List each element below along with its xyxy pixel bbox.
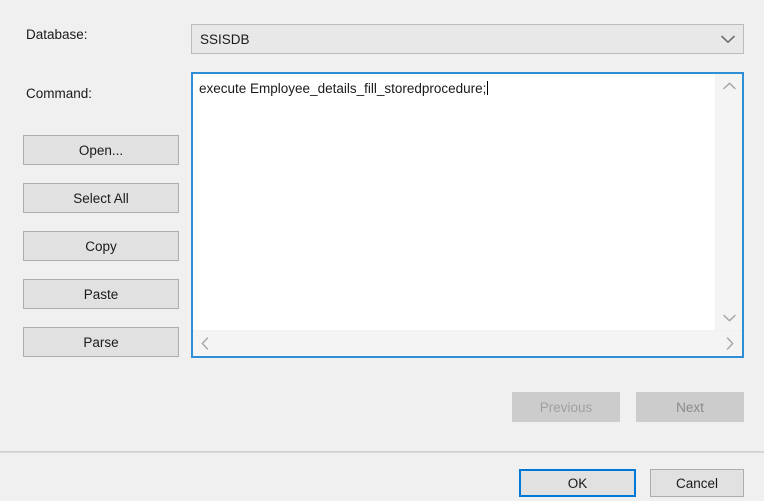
database-label: Database: <box>26 27 88 42</box>
previous-button[interactable]: Previous <box>512 392 620 422</box>
command-label: Command: <box>26 86 93 101</box>
copy-button[interactable]: Copy <box>23 231 179 261</box>
chevron-right-icon[interactable] <box>718 331 742 356</box>
text-caret <box>487 81 489 95</box>
database-dropdown[interactable]: SSISDB <box>191 24 744 54</box>
command-horizontal-scrollbar[interactable] <box>193 330 742 356</box>
command-textarea-container[interactable]: execute Employee_details_fill_storedproc… <box>191 72 744 358</box>
next-button[interactable]: Next <box>636 392 744 422</box>
command-text-value: execute Employee_details_fill_storedproc… <box>199 81 487 96</box>
database-selected-value: SSISDB <box>200 31 250 47</box>
paste-button[interactable]: Paste <box>23 279 179 309</box>
chevron-up-icon[interactable] <box>716 74 742 98</box>
ok-button[interactable]: OK <box>519 469 636 497</box>
command-vertical-scrollbar[interactable] <box>715 74 742 330</box>
parse-button[interactable]: Parse <box>23 327 179 357</box>
chevron-left-icon[interactable] <box>193 331 217 356</box>
command-input[interactable]: execute Employee_details_fill_storedproc… <box>193 74 715 330</box>
command-text-content: execute Employee_details_fill_storedproc… <box>199 81 489 97</box>
footer-separator <box>0 451 764 453</box>
cancel-button[interactable]: Cancel <box>650 469 744 497</box>
chevron-down-icon[interactable] <box>716 306 742 330</box>
command-textarea-body: execute Employee_details_fill_storedproc… <box>193 74 742 330</box>
select-all-button[interactable]: Select All <box>23 183 179 213</box>
open-button[interactable]: Open... <box>23 135 179 165</box>
chevron-down-icon[interactable] <box>713 25 743 53</box>
sql-command-dialog: Database: SSISDB Command: execute Employ… <box>0 0 764 501</box>
